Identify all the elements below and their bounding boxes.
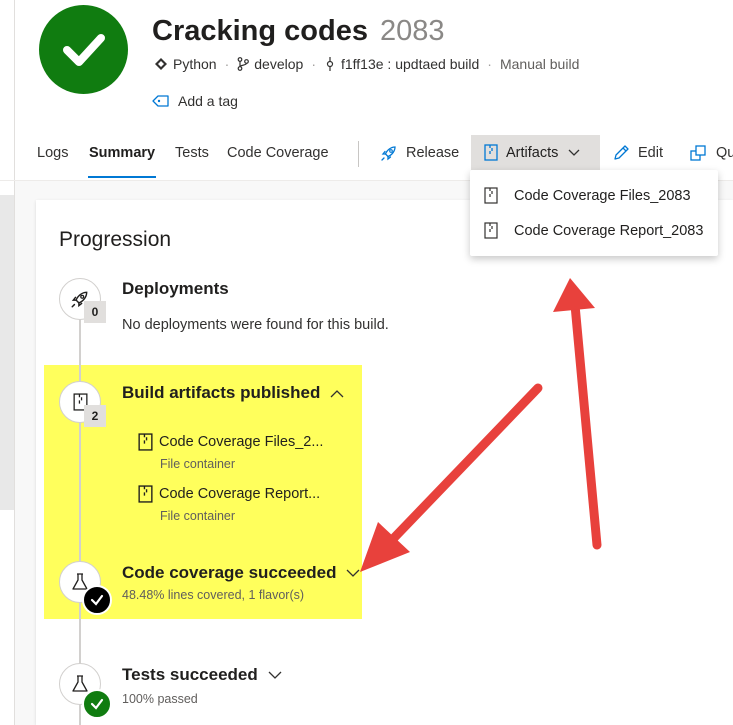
red-arrow-annotation: [360, 383, 543, 572]
annotation-arrows: [360, 278, 602, 572]
red-arrow-annotation: [553, 278, 602, 550]
